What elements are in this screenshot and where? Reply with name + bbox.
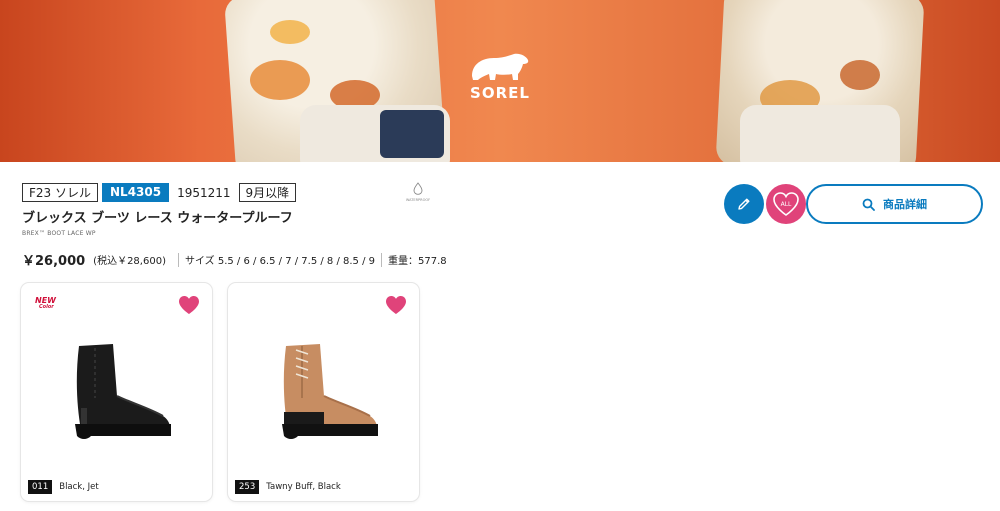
product-tags: F23 ソレル NL4305 1951211 9月以降 <box>22 183 297 202</box>
water-drop-icon <box>413 182 423 195</box>
banner-pattern <box>270 20 310 44</box>
favorite-all-button[interactable]: ALL <box>766 184 806 224</box>
color-label: 011 Black, Jet <box>28 480 99 494</box>
new-badge-line2: Color <box>39 304 54 310</box>
availability-tag: 9月以降 <box>238 183 297 202</box>
waterproof-feature: WATERPROOF <box>400 182 436 202</box>
item-number: 1951211 <box>177 185 231 200</box>
banner-pattern <box>840 60 880 90</box>
banner-shoe-right <box>740 105 900 162</box>
pencil-icon <box>738 198 750 210</box>
product-detail-label: 商品詳細 <box>883 198 927 211</box>
banner-pattern <box>250 60 310 100</box>
model-code-badge: NL4305 <box>102 183 170 202</box>
color-code: 253 <box>235 480 260 494</box>
banner-shoe-heel <box>380 110 444 158</box>
divider <box>381 252 382 267</box>
product-subtitle: BREX™ BOOT LACE WP <box>22 230 96 237</box>
boot-image-black <box>75 344 171 439</box>
brand-logo: SOREL <box>455 50 545 102</box>
season-tag: F23 ソレル <box>22 183 98 202</box>
search-icon <box>862 198 875 211</box>
hero-banner: SOREL <box>0 0 1000 162</box>
weight: 重量：577.8 <box>388 256 447 267</box>
divider <box>177 252 179 267</box>
waterproof-label: WATERPROOF <box>405 198 431 202</box>
color-code: 011 <box>28 480 53 494</box>
price: ￥26,000 <box>22 254 86 269</box>
product-detail-button[interactable]: 商品詳細 <box>806 184 983 224</box>
new-color-badge: NEW Color <box>35 297 56 310</box>
polar-bear-icon <box>472 53 529 80</box>
color-label: 253 Tawny Buff, Black <box>235 480 341 494</box>
color-name: Black, Jet <box>59 482 99 492</box>
favorite-heart-icon[interactable] <box>385 295 407 315</box>
product-title: ブレックス ブーツ レース ウォータープルーフ <box>22 211 293 226</box>
favorite-heart-icon[interactable] <box>178 295 200 315</box>
price-with-tax: (税込￥28,600) <box>93 256 166 267</box>
color-name: Tawny Buff, Black <box>266 482 341 492</box>
boot-image-tawny <box>282 344 378 439</box>
brand-wordmark: SOREL <box>470 84 530 102</box>
edit-button[interactable] <box>724 184 764 224</box>
size-list: サイズ 5.5 / 6 / 6.5 / 7 / 7.5 / 8 / 8.5 / … <box>184 256 375 267</box>
color-card[interactable]: 253 Tawny Buff, Black <box>228 283 419 501</box>
color-card[interactable]: NEW Color 011 Black, Jet <box>21 283 212 501</box>
favorite-all-label: ALL <box>780 201 792 208</box>
product-specs: ￥26,000 (税込￥28,600) サイズ 5.5 / 6 / 6.5 / … <box>22 250 447 269</box>
